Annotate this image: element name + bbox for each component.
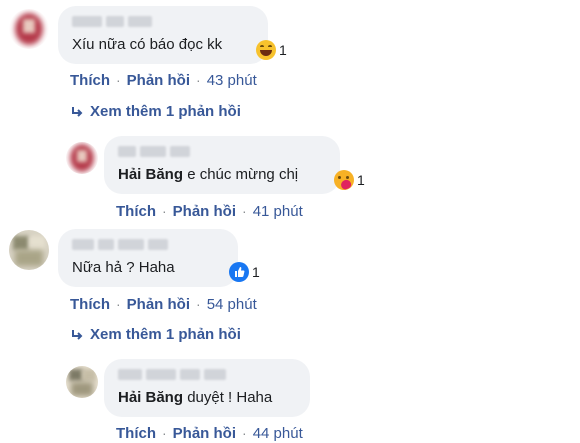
care-emoji-icon [334,170,354,191]
comment-actions: Thích · Phản hồi · 43 phút [70,72,257,89]
avatar[interactable] [9,9,49,49]
timestamp[interactable]: 54 phút [207,296,257,313]
reply-button[interactable]: Phản hồi [173,203,236,220]
avatar[interactable] [66,142,98,174]
reaction-count-value: 1 [252,264,260,280]
avatar[interactable] [9,230,49,270]
reaction-count-value: 1 [357,172,365,188]
timestamp[interactable]: 41 phút [253,203,303,220]
mention-tag[interactable]: Hải Băng [118,166,183,183]
like-icon [229,262,249,282]
reply-arrow-icon [72,329,83,340]
comment-bubble: Nữa hả ? Haha [58,229,238,287]
comment-actions: Thích · Phản hồi · 44 phút [116,425,303,442]
like-button[interactable]: Thích [116,425,156,442]
reaction-count-value: 1 [279,42,287,58]
reply-button[interactable]: Phản hồi [127,296,190,313]
comment-text: Xíu nữa có báo đọc kk [72,36,223,53]
comment-actions: Thích · Phản hồi · 54 phút [70,296,257,313]
commenter-name[interactable] [72,15,152,27]
timestamp[interactable]: 44 phút [253,425,303,442]
timestamp[interactable]: 43 phút [207,72,257,89]
like-button[interactable]: Thích [70,296,110,313]
reply-button[interactable]: Phản hồi [173,425,236,442]
comment-bubble: Hải Băng duyệt ! Haha [104,359,310,417]
avatar[interactable] [66,366,98,398]
reaction-count[interactable]: 1 [229,262,260,282]
comment-text: Hải Băng duyệt ! Haha [118,389,273,406]
comment-text: Nữa hả ? Haha [72,259,175,276]
comment-text: Hải Băng e chúc mừng chị [118,166,299,183]
reply-arrow-icon [72,106,83,117]
haha-emoji-icon [256,40,276,60]
comment-actions: Thích · Phản hồi · 41 phút [116,203,303,220]
like-button[interactable]: Thích [116,203,156,220]
mention-tag[interactable]: Hải Băng [118,389,183,406]
reaction-count[interactable]: 1 [256,40,287,60]
view-more-replies-link[interactable]: Xem thêm 1 phản hồi [70,103,241,120]
comment-bubble: Xíu nữa có báo đọc kk [58,6,268,64]
commenter-name[interactable] [118,368,226,380]
like-button[interactable]: Thích [70,72,110,89]
commenter-name[interactable] [118,145,190,157]
view-more-replies-link[interactable]: Xem thêm 1 phản hồi [70,326,241,343]
reply-button[interactable]: Phản hồi [127,72,190,89]
comment-bubble: Hải Băng e chúc mừng chị [104,136,340,194]
reaction-count[interactable]: 1 [334,170,365,191]
commenter-name[interactable] [72,238,168,250]
